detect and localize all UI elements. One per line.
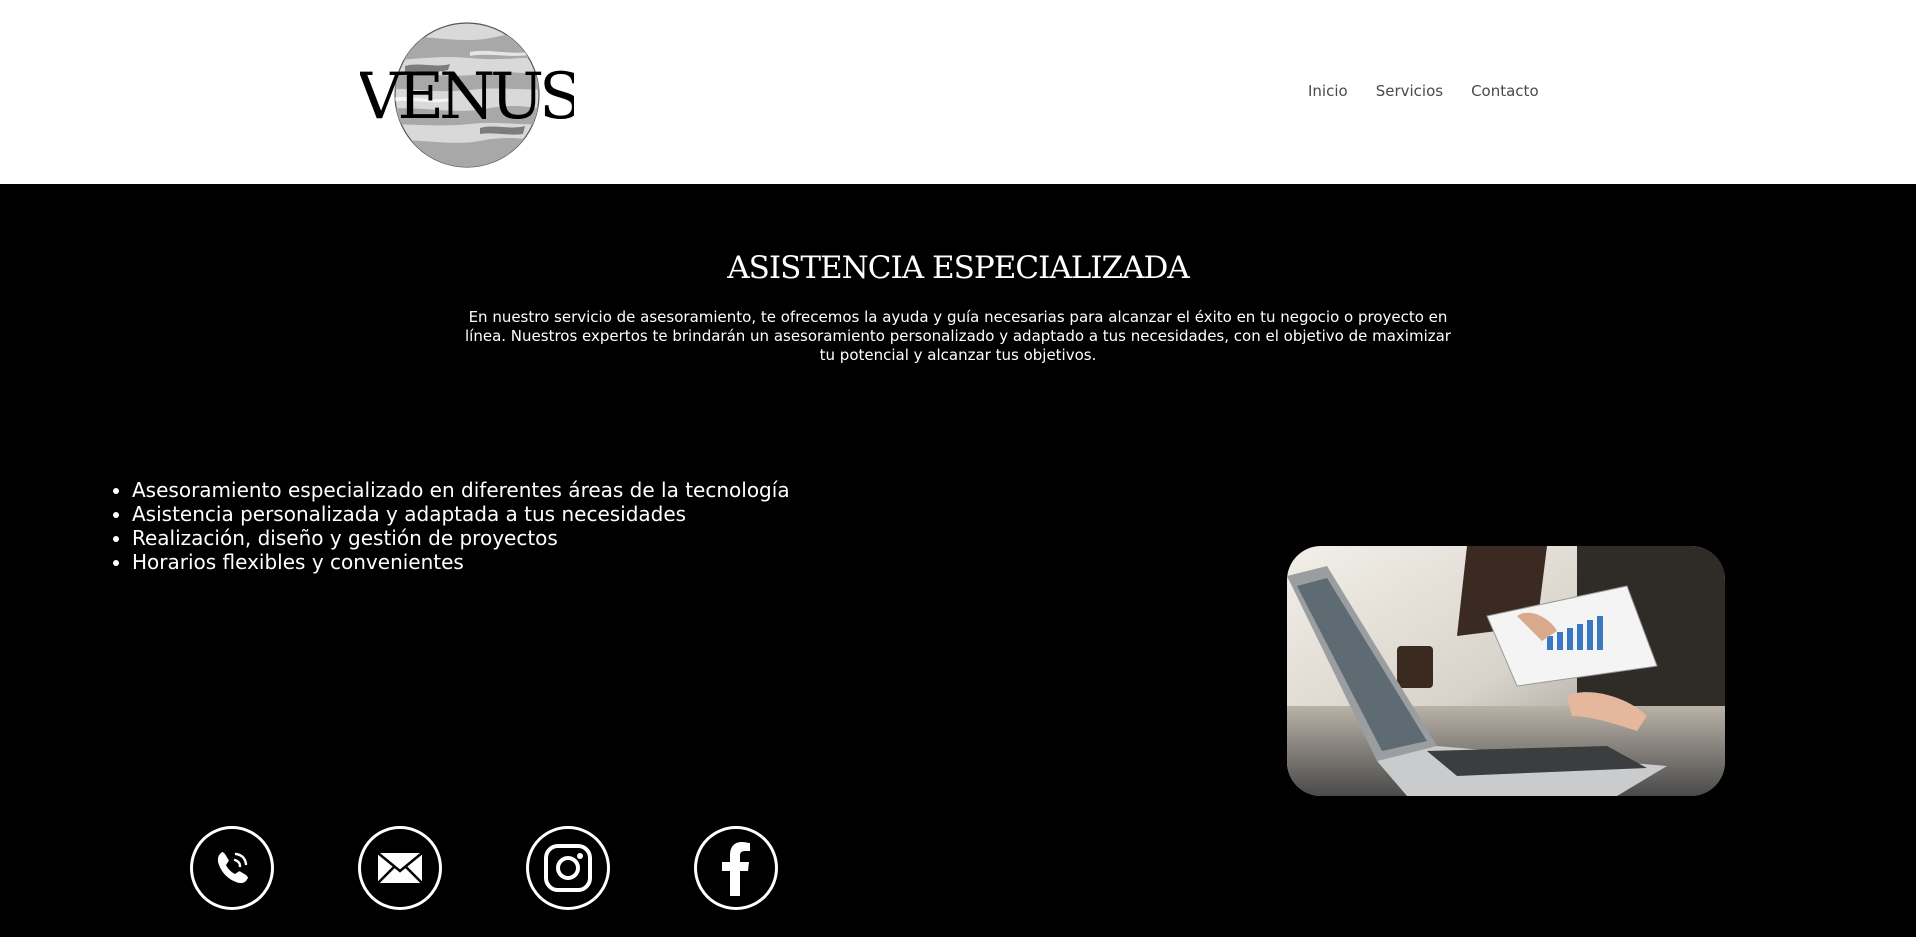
- laptop-business-photo: [1287, 546, 1725, 796]
- instagram-icon: [544, 844, 592, 892]
- social-links: [190, 826, 862, 910]
- instagram-button[interactable]: [526, 826, 610, 910]
- feature-item: Horarios flexibles y convenientes: [132, 550, 790, 574]
- phone-icon: [217, 852, 248, 884]
- main-nav: Inicio Servicios Contacto: [1308, 82, 1567, 100]
- feature-list: Asesoramiento especializado en diferente…: [104, 478, 790, 574]
- phone-button[interactable]: [190, 826, 274, 910]
- feature-item: Realización, diseño y gestión de proyect…: [132, 526, 790, 550]
- services-section: ASISTENCIA ESPECIALIZADA En nuestro serv…: [0, 184, 1916, 937]
- facebook-icon: [722, 842, 750, 896]
- mail-button[interactable]: [358, 826, 442, 910]
- nav-inicio[interactable]: Inicio: [1308, 82, 1348, 100]
- svg-text:VENUS: VENUS: [360, 60, 574, 134]
- mail-icon: [377, 852, 423, 884]
- venus-logo[interactable]: VENUS: [360, 18, 574, 170]
- facebook-button[interactable]: [694, 826, 778, 910]
- feature-item: Asesoramiento especializado en diferente…: [132, 478, 790, 502]
- section-title: ASISTENCIA ESPECIALIZADA: [727, 250, 1189, 286]
- nav-contacto[interactable]: Contacto: [1471, 82, 1539, 100]
- nav-servicios[interactable]: Servicios: [1376, 82, 1443, 100]
- section-intro: En nuestro servicio de asesoramiento, te…: [465, 308, 1451, 364]
- site-header: VENUS Inicio Servicios Contacto: [0, 0, 1916, 184]
- feature-item: Asistencia personalizada y adaptada a tu…: [132, 502, 790, 526]
